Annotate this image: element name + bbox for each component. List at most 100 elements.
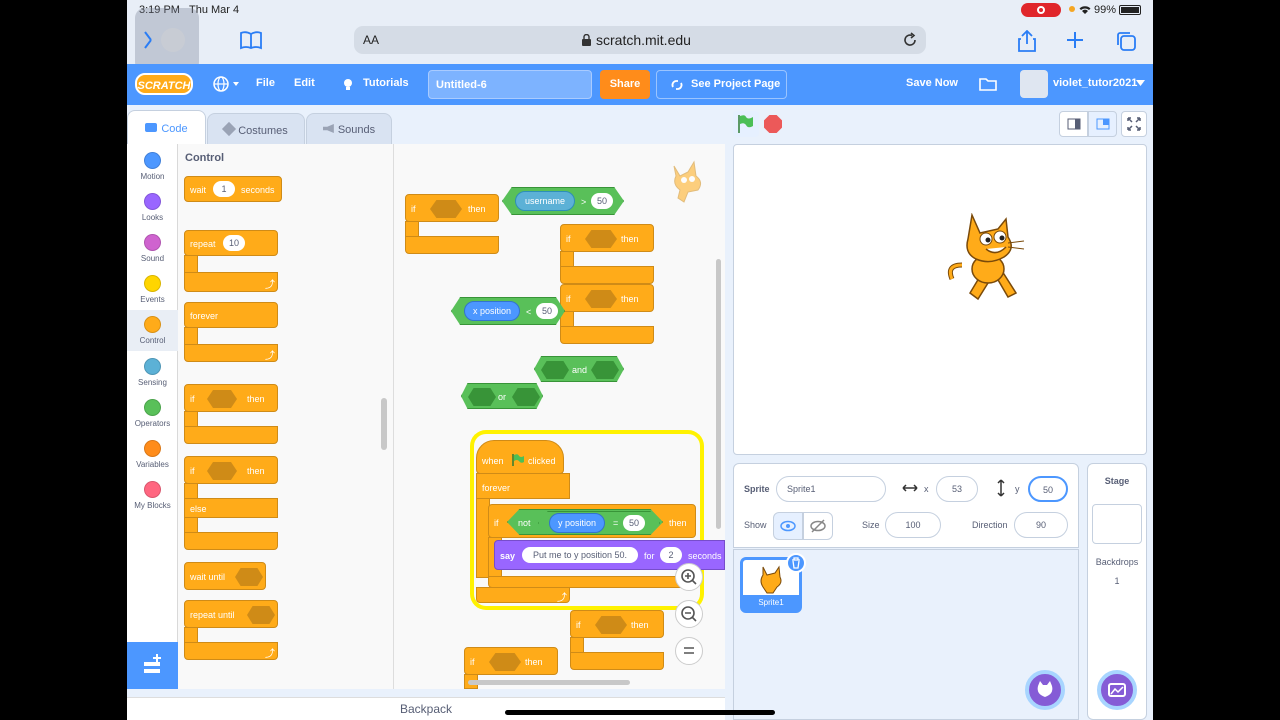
bookmarks-icon[interactable] (239, 30, 263, 50)
username-menu[interactable]: violet_tutor2021 (1053, 77, 1137, 89)
category-control[interactable]: Control (127, 310, 178, 351)
and-operator[interactable]: and (534, 356, 624, 382)
save-now-button[interactable]: Save Now (906, 77, 958, 89)
url-bar[interactable]: AA scratch.mit.edu (354, 26, 926, 54)
stage-canvas[interactable] (733, 144, 1147, 455)
operator-input[interactable]: 50 (536, 303, 558, 319)
text-size-button[interactable]: AA (363, 33, 379, 47)
palette-repeat-block[interactable]: repeat 10 (184, 230, 278, 256)
operator-input[interactable]: 50 (591, 193, 613, 209)
chevron-down-icon[interactable] (1136, 80, 1145, 86)
stop-button[interactable] (764, 115, 782, 133)
show-hidden-button[interactable] (803, 512, 833, 540)
zoom-out-button[interactable] (675, 600, 703, 628)
category-motion[interactable]: Motion (127, 146, 178, 187)
equals-operator[interactable]: y position = 50 (538, 511, 660, 535)
stage-backdrop-thumbnail[interactable] (1092, 504, 1142, 544)
boolean-slot[interactable] (541, 361, 569, 379)
project-title-input[interactable]: Untitled-6 (428, 70, 592, 99)
menu-file[interactable]: File (256, 77, 275, 89)
category-my-blocks[interactable]: My Blocks (127, 475, 178, 516)
globe-language-icon[interactable] (213, 76, 241, 92)
boolean-slot[interactable] (512, 388, 540, 406)
y-input[interactable]: 50 (1028, 476, 1068, 502)
code-horizontal-scrollbar[interactable] (468, 680, 630, 685)
script-if-block[interactable]: if then (560, 224, 654, 252)
not-operator[interactable]: not y position = 50 (507, 509, 663, 535)
boolean-slot[interactable] (489, 653, 521, 671)
y-position-reporter[interactable]: y position (549, 513, 605, 533)
say-seconds-input[interactable]: 2 (660, 547, 682, 563)
block-input[interactable]: 1 (213, 181, 235, 197)
category-events[interactable]: Events (127, 269, 178, 310)
block-input[interactable]: 10 (223, 235, 245, 251)
boolean-slot[interactable] (235, 568, 263, 586)
tab-sounds[interactable]: Sounds (306, 113, 392, 145)
boolean-slot[interactable] (585, 230, 617, 248)
category-variables[interactable]: Variables (127, 434, 178, 475)
script-if-block[interactable]: if then (570, 610, 664, 638)
boolean-slot[interactable] (207, 390, 237, 408)
fullscreen-button[interactable] (1121, 111, 1147, 137)
palette-wait-until-block[interactable]: wait until (184, 562, 266, 590)
boolean-slot[interactable] (247, 606, 275, 624)
choose-backdrop-button[interactable] (1097, 670, 1137, 710)
script-forever-block[interactable]: forever (476, 473, 570, 499)
palette-repeat-until-block[interactable]: repeat until (184, 600, 278, 628)
script-if-block[interactable]: if then (405, 194, 499, 222)
user-avatar[interactable] (1020, 70, 1048, 98)
zoom-in-button[interactable] (675, 563, 703, 591)
boolean-slot[interactable] (585, 290, 617, 308)
palette-if-else-block[interactable]: if then (184, 456, 278, 484)
script-if-block[interactable]: if then (560, 284, 654, 312)
when-flag-clicked-hat[interactable]: when clicked (476, 440, 564, 474)
boolean-slot[interactable] (595, 616, 627, 634)
extensions-button[interactable] (127, 642, 178, 689)
category-sensing[interactable]: Sensing (127, 352, 178, 393)
share-button[interactable]: Share (600, 70, 650, 99)
boolean-slot[interactable] (207, 462, 237, 480)
new-tab-icon[interactable] (1065, 30, 1085, 50)
username-reporter[interactable]: username (515, 191, 575, 211)
tabs-overview-icon[interactable] (1115, 30, 1137, 52)
scratch-logo[interactable]: SCRATCH (135, 73, 193, 95)
see-project-page-button[interactable]: See Project Page (656, 70, 787, 99)
palette-forever-block[interactable]: forever (184, 302, 278, 328)
direction-input[interactable]: 90 (1014, 512, 1068, 538)
category-looks[interactable]: Looks (127, 187, 178, 228)
my-stuff-folder-icon[interactable] (979, 77, 997, 91)
normal-stage-button[interactable] (1088, 111, 1117, 137)
menu-edit[interactable]: Edit (294, 77, 315, 89)
less-than-operator[interactable]: x position < 50 (451, 297, 565, 325)
green-flag-button[interactable] (733, 111, 759, 137)
menu-tutorials[interactable]: Tutorials (363, 77, 409, 89)
tab-code[interactable]: Code (127, 110, 206, 146)
boolean-slot[interactable] (591, 361, 619, 379)
script-if-block[interactable]: if then (464, 647, 558, 675)
share-icon[interactable] (1017, 30, 1037, 52)
x-position-reporter[interactable]: x position (464, 301, 520, 321)
size-input[interactable]: 100 (885, 512, 941, 538)
palette-wait-block[interactable]: wait 1 seconds (184, 176, 282, 202)
script-if-block[interactable]: if not y position = 50 then (488, 504, 696, 538)
say-text-input[interactable]: Put me to y position 50. (522, 547, 638, 563)
category-operators[interactable]: Operators (127, 393, 178, 434)
choose-sprite-button[interactable] (1025, 670, 1065, 710)
boolean-slot[interactable] (430, 200, 462, 218)
greater-than-operator[interactable]: username > 50 (502, 187, 624, 215)
boolean-slot[interactable] (468, 388, 496, 406)
x-input[interactable]: 53 (936, 476, 978, 502)
or-operator[interactable]: or (461, 383, 543, 409)
sprite-name-input[interactable]: Sprite1 (776, 476, 886, 502)
palette-if-then-block[interactable]: if then (184, 384, 278, 412)
back-button[interactable] (135, 8, 199, 72)
show-visible-button[interactable] (773, 512, 803, 540)
small-stage-button[interactable] (1059, 111, 1088, 137)
reload-icon[interactable] (902, 32, 918, 48)
backpack-bar[interactable]: Backpack (127, 697, 725, 720)
tab-costumes[interactable]: Costumes (207, 113, 305, 145)
category-sound[interactable]: Sound (127, 228, 178, 269)
code-vertical-scrollbar[interactable] (716, 259, 721, 529)
operator-input[interactable]: 50 (623, 515, 645, 531)
delete-sprite-button[interactable] (786, 553, 806, 573)
